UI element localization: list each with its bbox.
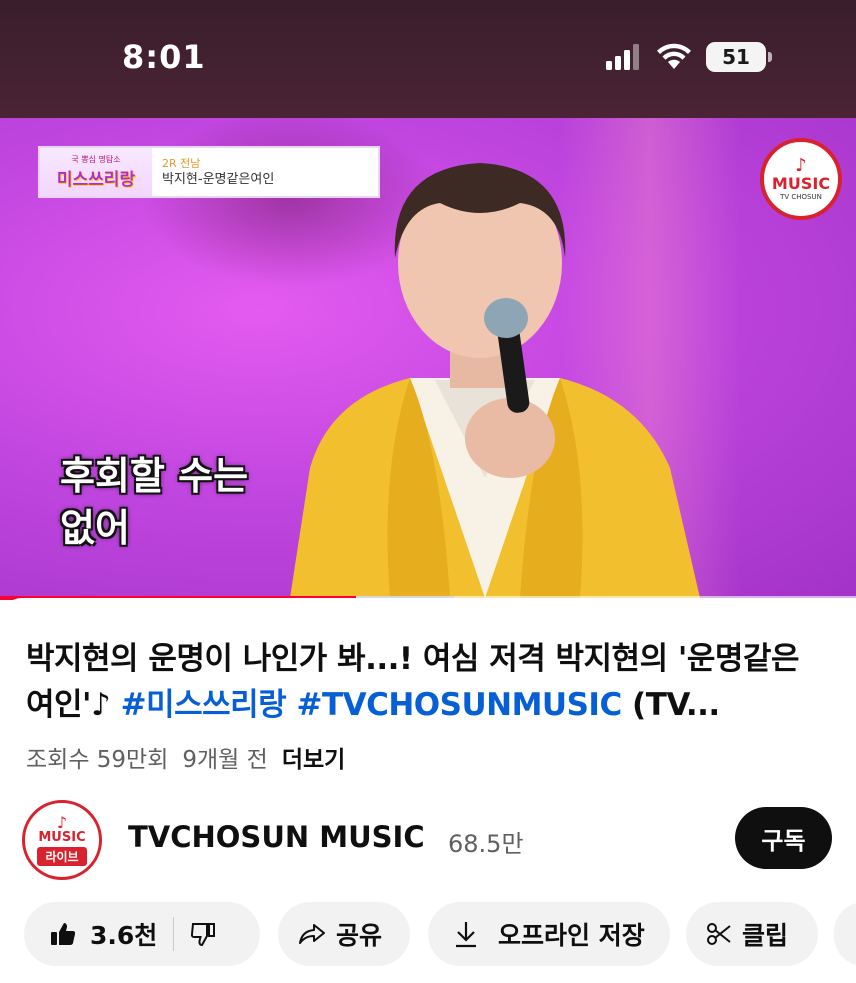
hashtag-link[interactable]: #TVCHOSUNMUSIC	[296, 687, 622, 723]
subtitle-line-1: 후회할 수는	[60, 454, 249, 498]
subtitle-line-2: 없어	[60, 506, 130, 550]
clip-button[interactable]: 클립	[686, 902, 818, 966]
clip-label: 클립	[742, 921, 789, 950]
thumbs-up-icon	[51, 923, 76, 945]
video-subtitle: 후회할 수는 없어	[60, 450, 248, 554]
more-button[interactable]: 더보기	[282, 740, 345, 774]
share-label: 공유	[336, 921, 383, 950]
battery-indicator: 51	[706, 42, 772, 72]
channel-watermark: ♪ MUSIC TV CHOSUN	[760, 138, 842, 220]
show-logo-tagline: 국 뽕심 명탐소	[71, 155, 121, 164]
singer-figure	[290, 163, 700, 598]
like-button[interactable]: 3.6천	[50, 916, 157, 952]
download-label: 오프라인 저장	[498, 921, 645, 950]
battery-level: 51	[722, 45, 750, 69]
divider	[173, 917, 175, 951]
subscribe-button[interactable]: 구독	[735, 807, 832, 869]
caption-song: 박지현-운명같은여인	[162, 171, 275, 187]
status-icons: 51	[606, 42, 772, 72]
view-count: 조회수 59만회	[26, 747, 169, 773]
caption-round: 2R 전남	[162, 156, 201, 170]
subscriber-count: 68.5만	[448, 830, 524, 858]
status-bar: 8:01 51	[0, 0, 856, 118]
status-time: 8:01	[122, 38, 206, 76]
music-note-icon: ♪	[56, 812, 68, 832]
video-player[interactable]: 국 뽕심 명탐소 미스쓰리랑 2R 전남 박지현-운명같은여인 ♪ MUSIC …	[0, 118, 856, 598]
download-button[interactable]: 오프라인 저장	[428, 902, 670, 966]
hashtag-link[interactable]: #미스쓰리랑	[121, 687, 287, 723]
watermark-title: MUSIC	[771, 174, 831, 193]
share-button[interactable]: 공유	[278, 902, 410, 966]
avatar-live-badge: 라이브	[37, 846, 87, 866]
video-meta[interactable]: 조회수 59만회 9개월 전 더보기	[26, 740, 345, 774]
caption-text: 2R 전남 박지현-운명같은여인	[152, 156, 274, 189]
wifi-icon	[657, 43, 691, 69]
cellular-signal-icon	[606, 44, 639, 70]
show-logo: 국 뽕심 명탐소 미스쓰리랑	[40, 148, 152, 196]
scissors-icon	[707, 923, 731, 945]
upload-age: 9개월 전	[182, 747, 268, 773]
watermark-subtitle: TV CHOSUN	[780, 193, 822, 201]
show-logo-name: 미스쓰리랑	[56, 170, 136, 190]
video-title[interactable]: 박지현의 운명이 나인가 봐...! 여심 저격 박지현의 '운명같은 여인'♪…	[26, 636, 831, 728]
like-dislike-pill: 3.6천	[24, 902, 260, 966]
action-bar: 3.6천 공유 오프라인 저장 클립	[24, 902, 856, 966]
avatar-title: MUSIC	[38, 829, 86, 845]
title-tail: (TV...	[621, 687, 720, 723]
thumbs-down-icon[interactable]	[190, 921, 216, 947]
video-info-panel: 박지현의 운명이 나인가 봐...! 여심 저격 박지현의 '운명같은 여인'♪…	[0, 598, 856, 983]
music-note-icon: ♪	[795, 155, 807, 176]
channel-avatar[interactable]: ♪ MUSIC 라이브	[22, 800, 102, 880]
share-icon	[299, 924, 325, 944]
channel-row: ♪ MUSIC 라이브 TVCHOSUN MUSIC 68.5만 구독	[22, 798, 842, 880]
more-actions-button[interactable]	[834, 902, 856, 966]
channel-name[interactable]: TVCHOSUN MUSIC	[128, 820, 425, 854]
like-count: 3.6천	[90, 921, 158, 950]
download-icon	[456, 922, 476, 948]
